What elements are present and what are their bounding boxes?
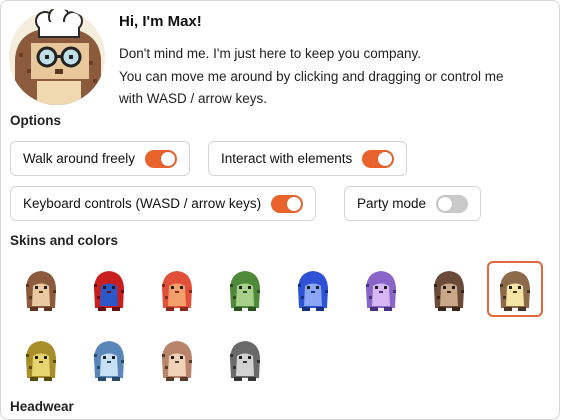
greeting-title: Hi, I'm Max! [119,13,202,30]
hedgehog-dark-brown-icon [434,271,464,311]
option-party-mode[interactable]: Party mode [344,186,482,221]
hedgehog-green-icon [230,271,260,311]
hedgehog-gray-icon [230,341,260,381]
hedgehog-tan-icon [162,341,192,381]
option-interact-with-elements[interactable]: Interact with elements [208,141,408,176]
description-line: You can move me around by clicking and d… [119,68,504,84]
walk-around-toggle[interactable] [145,149,178,168]
toggle-knob [161,151,176,166]
skin-option-ice-blue[interactable] [81,331,137,387]
skin-option-cream[interactable] [487,261,543,317]
max-chef-portrait-icon [9,9,105,105]
option-label: Party mode [357,196,427,211]
hedgehog-cream-icon [500,271,530,311]
companion-settings-panel: Hi, I'm Max! Don't mind me. I'm just her… [0,0,560,420]
keyboard-controls-toggle[interactable] [271,194,304,213]
description-line: with WASD / arrow keys. [119,91,268,106]
toggle-knob [438,196,453,211]
skin-option-dark-brown[interactable] [421,261,477,317]
skin-option-gray[interactable] [217,331,273,387]
option-walk-around-freely[interactable]: Walk around freely [10,141,191,176]
skin-option-tan[interactable] [149,331,205,387]
hedgehog-ice-blue-icon [94,341,124,381]
max-avatar[interactable] [9,9,105,105]
hedgehog-brown-icon [26,271,56,311]
skin-option-spider[interactable] [81,261,137,317]
hedgehog-spider-icon [94,271,124,311]
hedgehog-blue-icon [298,271,328,311]
headwear-heading: Headwear [10,399,74,414]
skin-option-green[interactable] [217,261,273,317]
option-label: Walk around freely [23,151,136,166]
skins-heading: Skins and colors [10,233,119,248]
option-label: Interact with elements [221,151,353,166]
toggle-knob [287,196,302,211]
party-mode-toggle[interactable] [436,194,469,213]
toggle-knob [378,151,393,166]
description-line: Don't mind me. I'm just here to keep you… [119,46,422,61]
hedgehog-purple-icon [366,271,396,311]
greeting-description: Don't mind me. I'm just here to keep you… [119,43,549,111]
skin-option-red-orange[interactable] [149,261,205,317]
skin-option-olive[interactable] [13,331,69,387]
skin-option-brown[interactable] [13,261,69,317]
options-heading: Options [10,113,61,128]
option-keyboard-controls[interactable]: Keyboard controls (WASD / arrow keys) [10,186,317,221]
skin-option-purple[interactable] [353,261,409,317]
hedgehog-olive-icon [26,341,56,381]
skin-option-blue[interactable] [285,261,341,317]
hedgehog-red-orange-icon [162,271,192,311]
interact-toggle[interactable] [362,149,395,168]
option-label: Keyboard controls (WASD / arrow keys) [23,196,262,211]
